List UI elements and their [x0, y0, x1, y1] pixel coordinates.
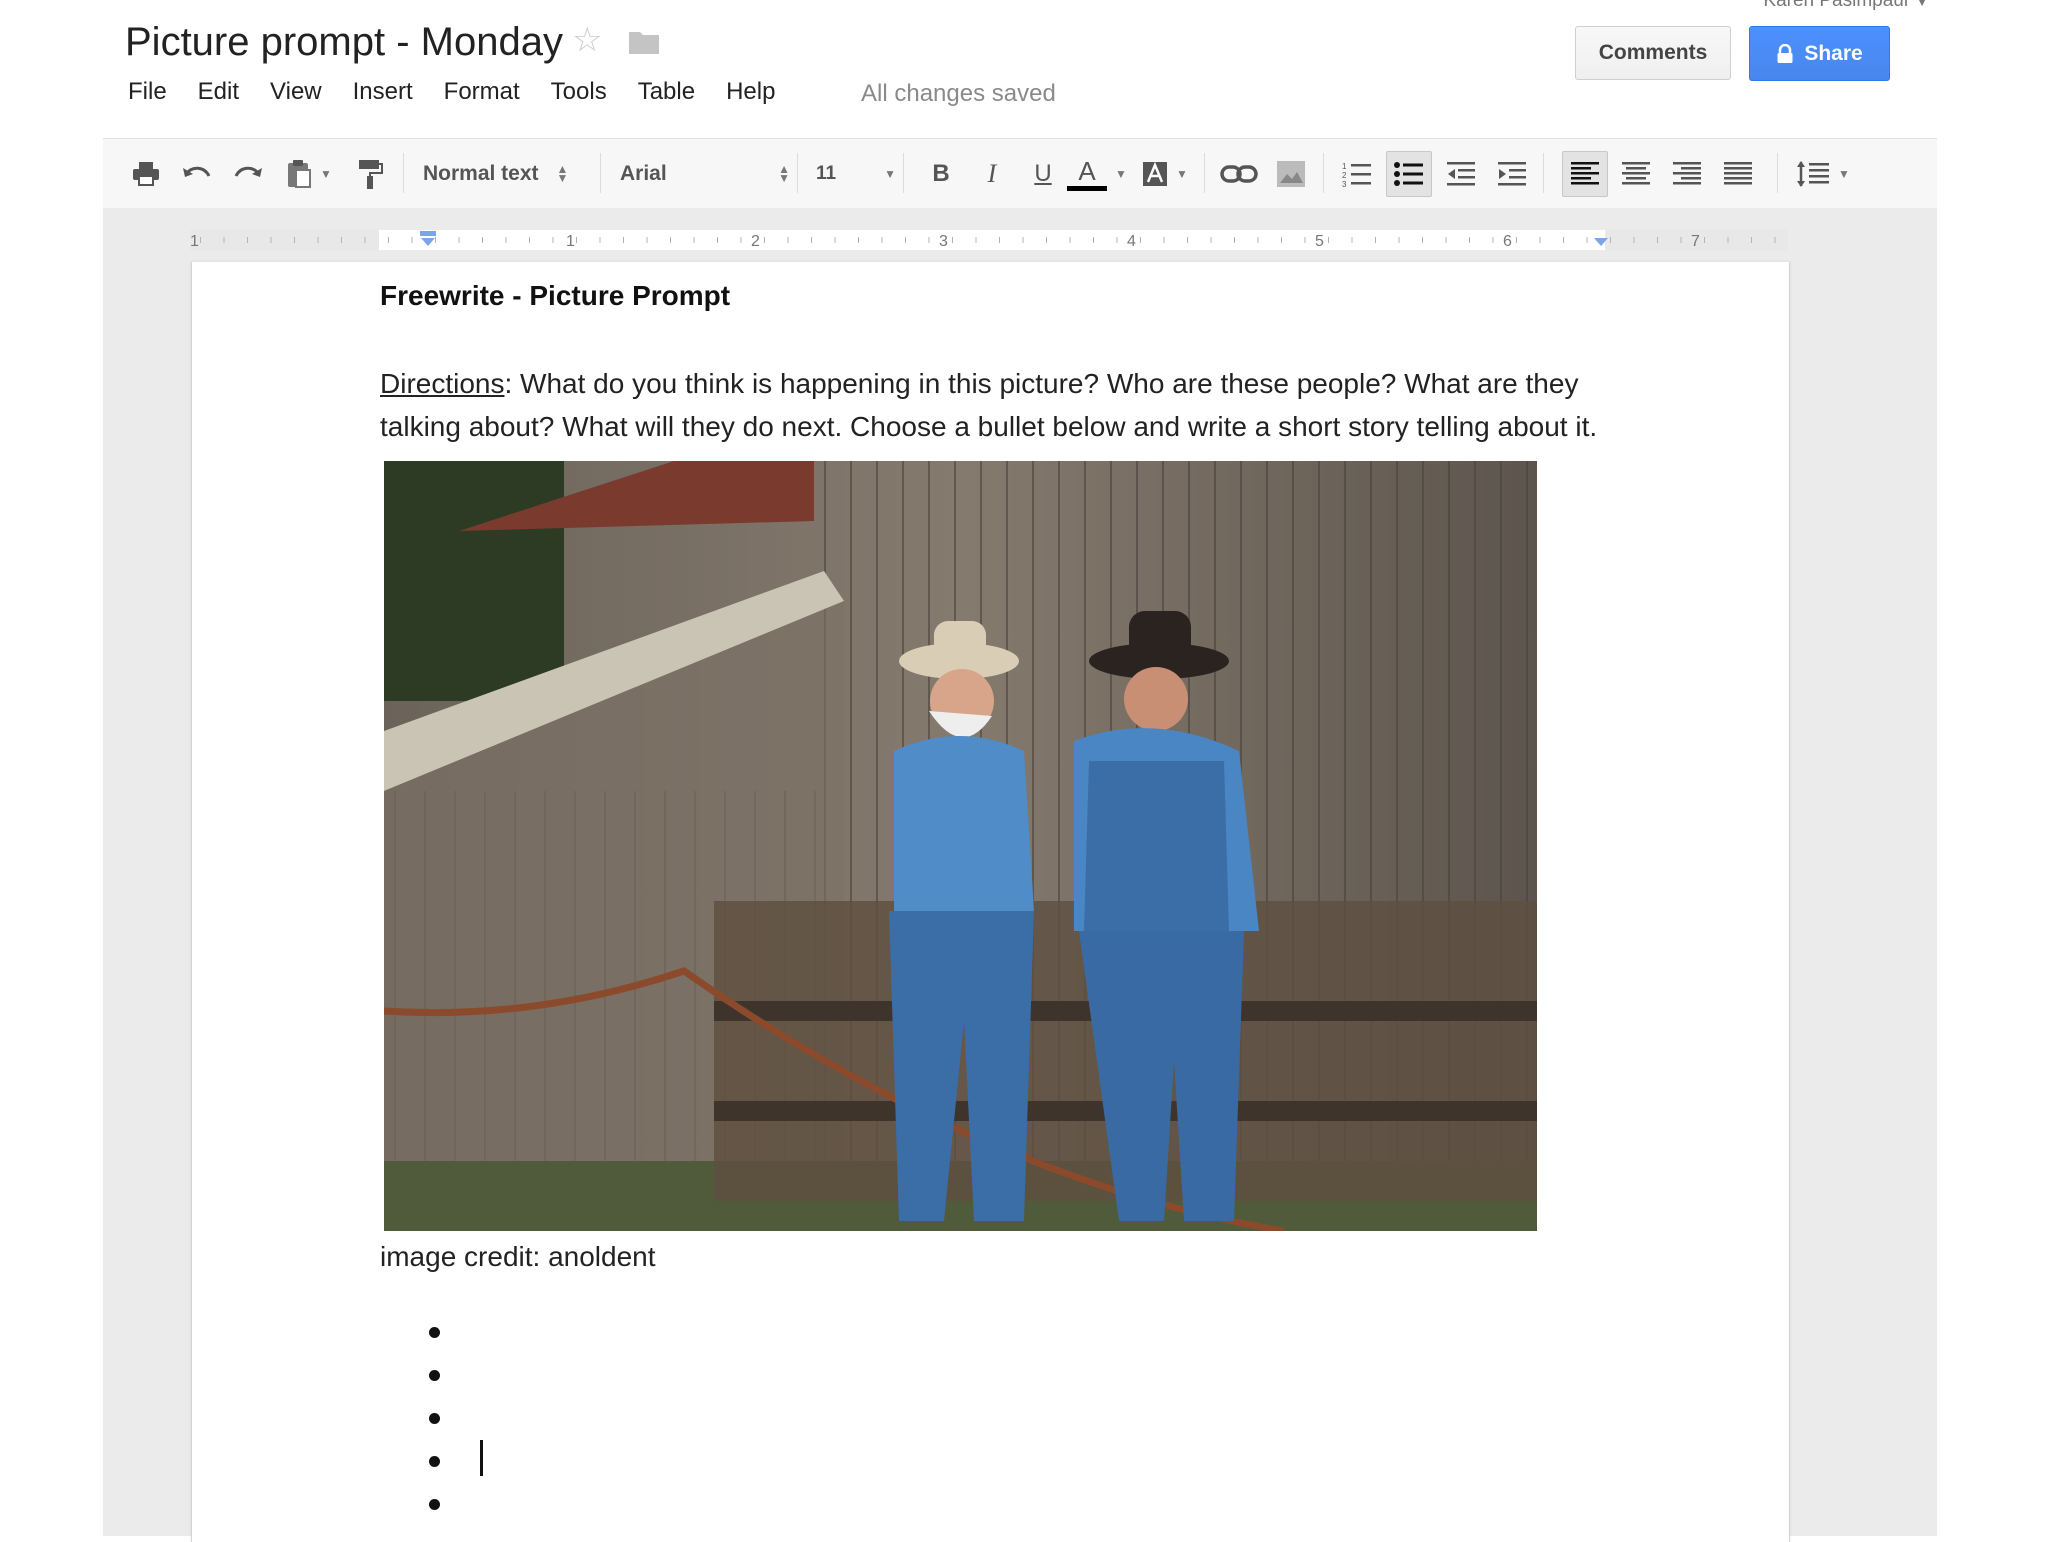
text-color-swatch	[1067, 185, 1108, 191]
comments-button[interactable]: Comments	[1575, 26, 1731, 80]
save-status: All changes saved	[861, 80, 1056, 107]
menu-bar: File Edit View Insert Format Tools Table…	[116, 78, 794, 106]
numbered-list-icon[interactable]: 123	[1337, 154, 1377, 194]
paste-icon[interactable]: ▼	[279, 154, 339, 194]
text-cursor	[480, 1440, 483, 1476]
ruler-number: 7	[1691, 233, 1700, 250]
align-left-icon[interactable]	[1562, 151, 1608, 197]
chevron-down-icon: ▼	[1115, 167, 1127, 181]
text-color-glyph: A	[1078, 155, 1096, 186]
menu-view[interactable]: View	[258, 78, 334, 106]
updown-arrow-icon: ▲ ▼	[778, 162, 790, 185]
ruler-number: 1	[566, 233, 575, 250]
underline-button[interactable]: U	[1023, 154, 1063, 194]
italic-button[interactable]: I	[972, 154, 1012, 194]
share-button[interactable]: Share	[1749, 26, 1890, 81]
directions-text: : What do you think is happening in this…	[380, 368, 1598, 442]
document-body[interactable]: Freewrite - Picture Prompt Directions: W…	[380, 280, 1620, 1528]
redo-icon[interactable]	[231, 154, 265, 194]
list-item[interactable]	[380, 1485, 1620, 1528]
directions-paragraph: Directions: What do you think is happeni…	[380, 362, 1620, 448]
font-size-dropdown[interactable]: 11 ▼	[816, 154, 896, 194]
share-label: Share	[1804, 41, 1863, 65]
document-heading: Freewrite - Picture Prompt	[380, 280, 731, 311]
font-size-value: 11	[816, 163, 837, 184]
insert-image-icon[interactable]	[1269, 154, 1313, 194]
lock-icon	[1777, 43, 1793, 63]
increase-indent-icon[interactable]	[1492, 154, 1532, 194]
highlight-color-icon[interactable]: ▼	[1135, 154, 1195, 194]
ruler-number: 5	[1315, 233, 1324, 250]
horizontal-ruler[interactable]: 1 1 2 3 4 5 6 7	[190, 228, 1788, 252]
bullet-dot	[429, 1413, 440, 1424]
list-item[interactable]	[380, 1399, 1620, 1442]
menu-format[interactable]: Format	[432, 78, 532, 106]
bold-button[interactable]: B	[921, 154, 961, 194]
bullet-dot	[429, 1499, 440, 1510]
text-color-button[interactable]: A ▼	[1065, 154, 1129, 194]
align-justify-icon[interactable]	[1718, 154, 1758, 194]
document-title[interactable]: Picture prompt - Monday	[125, 20, 563, 65]
updown-arrow-icon: ▲ ▼	[556, 162, 569, 185]
ruler-number: 3	[939, 233, 948, 250]
line-spacing-icon[interactable]: ▼	[1791, 154, 1855, 194]
barn-photo-image[interactable]	[384, 461, 1537, 1231]
style-dropdown[interactable]: Normal text ▲ ▼	[423, 154, 593, 194]
directions-label: Directions	[380, 368, 505, 399]
image-credit: image credit: anoldent	[380, 1241, 656, 1272]
formatting-toolbar: ▼ Normal text ▲ ▼ Arial ▲ ▼ 11 ▼ B I U A ▼…	[103, 138, 1937, 209]
ruler-number: 6	[1503, 233, 1512, 250]
bullet-dot	[429, 1456, 440, 1467]
svg-text:1: 1	[1342, 162, 1347, 171]
menu-insert[interactable]: Insert	[341, 78, 425, 106]
align-right-icon[interactable]	[1667, 154, 1707, 194]
menu-edit[interactable]: Edit	[186, 78, 251, 106]
decrease-indent-icon[interactable]	[1441, 154, 1481, 194]
style-value: Normal text	[423, 162, 539, 185]
bulleted-list-icon[interactable]	[1386, 151, 1432, 197]
menu-table[interactable]: Table	[626, 78, 707, 106]
undo-icon[interactable]	[180, 154, 214, 194]
ruler-number: 4	[1127, 233, 1136, 250]
menu-help[interactable]: Help	[714, 78, 787, 106]
bullet-dot	[429, 1327, 440, 1338]
star-icon[interactable]: ☆	[572, 20, 602, 60]
folder-icon[interactable]	[628, 29, 660, 55]
paint-format-icon[interactable]	[353, 154, 387, 194]
align-center-icon[interactable]	[1616, 154, 1656, 194]
link-icon[interactable]	[1217, 154, 1261, 194]
ruler-number: 2	[751, 233, 760, 250]
bullet-list[interactable]	[380, 1313, 1620, 1528]
font-dropdown[interactable]: Arial ▲ ▼	[620, 154, 790, 194]
print-icon[interactable]	[129, 154, 163, 194]
svg-text:3: 3	[1342, 180, 1347, 188]
chevron-down-icon: ▼	[1916, 0, 1928, 9]
list-item[interactable]	[380, 1356, 1620, 1399]
menu-file[interactable]: File	[116, 78, 179, 106]
bullet-dot	[429, 1370, 440, 1381]
user-name: Karen Pasimpaul	[1763, 0, 1909, 11]
chevron-down-icon: ▼	[884, 167, 896, 181]
list-item[interactable]	[380, 1440, 1620, 1485]
font-value: Arial	[620, 162, 667, 185]
ruler-number: 1	[190, 233, 199, 250]
menu-tools[interactable]: Tools	[539, 78, 619, 106]
list-item[interactable]	[380, 1313, 1620, 1356]
svg-text:2: 2	[1342, 171, 1347, 180]
account-menu[interactable]: Karen Pasimpaul ▼	[1763, 0, 1928, 12]
